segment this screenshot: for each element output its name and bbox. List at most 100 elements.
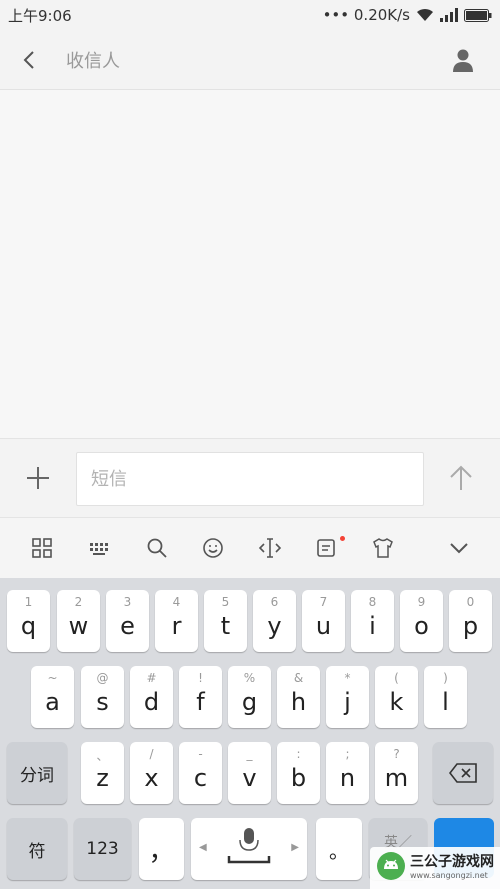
- key-s[interactable]: @ s: [81, 666, 124, 728]
- search-icon[interactable]: [145, 536, 169, 560]
- battery-icon: [464, 8, 492, 22]
- key-letter: z: [96, 764, 109, 792]
- key-hint: 5: [221, 595, 230, 609]
- keyboard: 1q 2w 3e 4r 5t 6y 7u 8i 9o 0p ~ a @ s # d !…: [0, 578, 500, 889]
- grid-apps-icon[interactable]: [30, 536, 54, 560]
- key-letter: t: [220, 612, 231, 640]
- key-hint: 4: [172, 595, 181, 609]
- emoji-icon[interactable]: [201, 536, 225, 560]
- key-y[interactable]: 6y: [253, 590, 296, 652]
- word-segment-key[interactable]: 分词: [7, 742, 67, 804]
- key-letter: k: [389, 688, 404, 716]
- composer-bar: [0, 438, 500, 518]
- comma-label: ，: [148, 836, 175, 867]
- key-letter: x: [144, 764, 159, 792]
- key-hint: :: [296, 747, 301, 761]
- key-letter: c: [193, 764, 208, 792]
- backspace-key[interactable]: [433, 742, 493, 804]
- key-v[interactable]: _ v: [228, 742, 271, 804]
- message-thread-area: [0, 90, 500, 438]
- key-f[interactable]: ! f: [179, 666, 222, 728]
- network-speed: ••• 0.20K/s: [322, 6, 410, 24]
- key-hint: 7: [319, 595, 328, 609]
- key-hint: %: [243, 671, 256, 685]
- key-hint: 0: [466, 595, 475, 609]
- key-g[interactable]: % g: [228, 666, 271, 728]
- key-hint: 6: [270, 595, 279, 609]
- key-j[interactable]: * j: [326, 666, 369, 728]
- key-c[interactable]: -c: [179, 742, 222, 804]
- key-t[interactable]: 5t: [204, 590, 247, 652]
- status-right: ••• 0.20K/s: [323, 6, 492, 24]
- key-a[interactable]: ~ a: [31, 666, 74, 728]
- key-letter: i: [369, 612, 376, 640]
- microphone-icon: [227, 828, 271, 864]
- key-hint: (: [394, 671, 399, 685]
- key-h[interactable]: & h: [277, 666, 320, 728]
- key-hint: 1: [24, 595, 33, 609]
- symbols-key[interactable]: 符: [7, 818, 67, 880]
- key-x[interactable]: / x: [130, 742, 173, 804]
- key-letter: e: [120, 612, 135, 640]
- chevron-down-icon[interactable]: [447, 536, 471, 560]
- recipient-title[interactable]: 收信人: [66, 47, 120, 73]
- space-voice-key[interactable]: ◀ ▶: [191, 818, 307, 880]
- key-hint: 8: [368, 595, 377, 609]
- key-letter: w: [68, 612, 89, 640]
- key-letter: f: [196, 688, 205, 716]
- key-letter: b: [290, 764, 307, 792]
- key-letter: j: [344, 688, 351, 716]
- key-letter: v: [242, 764, 257, 792]
- key-e[interactable]: 3e: [106, 590, 149, 652]
- key-letter: r: [171, 612, 182, 640]
- back-arrow-icon[interactable]: [18, 48, 42, 72]
- period-key[interactable]: 。: [316, 818, 362, 880]
- contact-icon[interactable]: [452, 48, 474, 72]
- comma-key[interactable]: ，: [139, 818, 184, 880]
- cursor-edit-icon[interactable]: [258, 536, 282, 560]
- send-arrow-icon[interactable]: [446, 463, 476, 493]
- key-hint: 3: [123, 595, 132, 609]
- key-hint: *: [344, 671, 351, 685]
- word-segment-label: 分词: [20, 765, 54, 786]
- plus-icon[interactable]: [24, 464, 52, 492]
- key-u[interactable]: 7u: [302, 590, 345, 652]
- key-i[interactable]: 8i: [351, 590, 394, 652]
- android-logo-icon: [377, 852, 405, 880]
- numbers-key[interactable]: 123: [74, 818, 131, 880]
- key-r[interactable]: 4r: [155, 590, 198, 652]
- key-d[interactable]: # d: [130, 666, 173, 728]
- key-hint: 、: [96, 749, 109, 763]
- symbols-label: 符: [28, 841, 46, 862]
- key-letter: p: [462, 612, 479, 640]
- key-l[interactable]: ) l: [424, 666, 467, 728]
- skin-shirt-icon[interactable]: [371, 536, 395, 560]
- key-letter: a: [45, 688, 60, 716]
- status-bar: 上午9:06 ••• 0.20K/s: [0, 0, 500, 30]
- key-w[interactable]: 2w: [57, 590, 100, 652]
- key-m[interactable]: ? m: [375, 742, 418, 804]
- key-z[interactable]: 、 z: [81, 742, 124, 804]
- key-letter: m: [384, 764, 409, 792]
- key-hint: ;: [345, 747, 350, 761]
- key-letter: g: [241, 688, 258, 716]
- key-letter: l: [442, 688, 449, 716]
- key-k[interactable]: (k: [375, 666, 418, 728]
- notification-dot-mark: [340, 536, 345, 541]
- keyboard-icon[interactable]: [88, 536, 112, 560]
- key-hint: ): [443, 671, 448, 685]
- backspace-icon: [449, 763, 477, 783]
- key-q[interactable]: 1q: [7, 590, 50, 652]
- key-letter: y: [267, 612, 282, 640]
- key-b[interactable]: :b: [277, 742, 320, 804]
- message-input[interactable]: [76, 452, 424, 506]
- key-n[interactable]: ; n: [326, 742, 369, 804]
- sticker-icon[interactable]: [315, 536, 339, 560]
- key-letter: s: [96, 688, 109, 716]
- key-hint: -: [198, 747, 203, 761]
- key-o[interactable]: 9o: [400, 590, 443, 652]
- key-p[interactable]: 0p: [449, 590, 492, 652]
- numbers-label: 123: [86, 839, 119, 859]
- key-letter: q: [20, 612, 37, 640]
- period-label: 。: [329, 838, 349, 863]
